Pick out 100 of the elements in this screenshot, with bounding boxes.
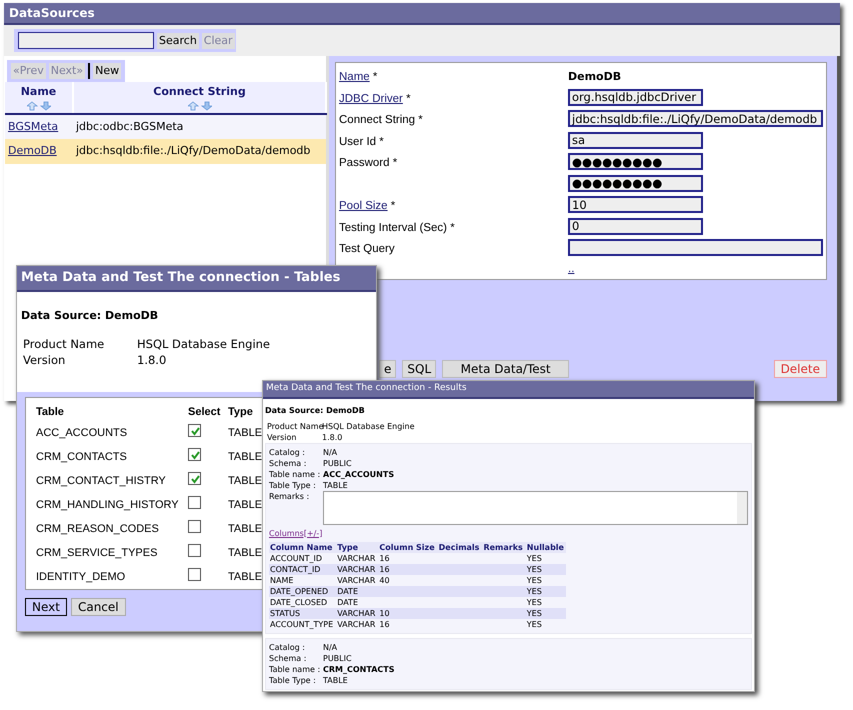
dialog-button[interactable]: Cancel: [70, 598, 126, 616]
window-title: Meta Data and Test The connection - Results: [263, 381, 754, 398]
table-cell: YES: [524, 596, 566, 608]
info-label: Product Name: [267, 420, 322, 432]
table-cell: jdbc:odbc:BGSMeta: [73, 114, 326, 139]
table-name: CRM_HANDLING_HISTORY: [36, 498, 180, 514]
input-field[interactable]: org.hsqldb.jdbcDriver: [568, 88, 703, 106]
table-cell: 10: [377, 608, 437, 618]
table-cell: DATE: [335, 586, 378, 596]
property-label: Table Type :: [269, 480, 317, 490]
action-button[interactable]: e: [379, 360, 396, 378]
remarks-field[interactable]: [322, 490, 748, 524]
window-title: Meta Data and Test The connection - Tables: [17, 266, 376, 292]
table-cell-text: ACCOUNT_TYPE: [269, 618, 334, 630]
link[interactable]: ..: [568, 260, 574, 278]
action-button[interactable]: Delete: [774, 360, 827, 378]
field-label: Test Query: [339, 243, 395, 255]
pager-button[interactable]: New: [93, 63, 122, 79]
checkbox[interactable]: [188, 568, 201, 582]
property-value: N/A: [323, 446, 338, 458]
table-type: TABLE: [228, 546, 262, 562]
checkbox[interactable]: [188, 448, 201, 462]
input-field[interactable]: sa: [568, 132, 703, 148]
checkbox[interactable]: [188, 496, 201, 510]
property-value: TABLE: [323, 480, 348, 490]
checkbox[interactable]: [188, 520, 201, 534]
input-field[interactable]: jdbc:hsqldb:file:./LiQfy/DemoData/demodb: [568, 110, 823, 127]
table-row[interactable]: DemoDB jdbc:hsqldb:file:./LiQfy/DemoData/demodb: [5, 139, 326, 164]
window-title: DataSources: [4, 3, 840, 25]
table-cell: DATE: [335, 596, 378, 608]
action-button[interactable]: Meta Data/Test: [442, 360, 570, 378]
input-field[interactable]: ●●●●●●●●●: [568, 174, 703, 192]
field-label-link[interactable]: Name: [339, 71, 370, 83]
action-button[interactable]: SQL: [402, 360, 436, 378]
input-field[interactable]: [568, 239, 823, 256]
info-value: 1.8.0: [322, 432, 342, 442]
table-name: CRM_CONTACTS: [36, 450, 128, 466]
table-name: IDENTITY_DEMO: [36, 570, 126, 586]
property-value: N/A: [323, 642, 338, 652]
table-name: CRM_REASON_CODES: [36, 522, 160, 538]
table-cell: ACCOUNT_ID: [269, 552, 336, 564]
input-field[interactable]: ●●●●●●●●●: [568, 153, 703, 170]
column-header: Decimals: [436, 542, 482, 552]
table-type: TABLE: [228, 474, 262, 490]
property-label: Catalog :: [269, 446, 306, 458]
field-label-link[interactable]: JDBC Driver: [339, 92, 403, 104]
checkbox[interactable]: [188, 472, 201, 486]
info-label: Product Name: [23, 336, 106, 352]
column-header: Table: [36, 405, 65, 420]
checkbox[interactable]: [188, 544, 201, 558]
table-cell: VARCHAR: [335, 552, 378, 564]
table-cell: 16: [377, 564, 437, 574]
search-button[interactable]: Search: [157, 32, 199, 48]
input-field[interactable]: 10: [568, 196, 703, 213]
data-source-heading: Data Source: DemoDB: [265, 404, 366, 416]
required-mark: *: [378, 136, 384, 148]
column-header: Select: [187, 405, 222, 420]
required-mark: *: [390, 200, 396, 212]
table-row[interactable]: BGSMeta jdbc:odbc:BGSMeta: [5, 114, 326, 139]
table-cell: DATE_OPENED: [269, 586, 336, 596]
info-label: Version: [267, 432, 298, 442]
property-label: Catalog :: [269, 642, 306, 652]
table-cell: YES: [524, 608, 566, 618]
table-cell: VARCHAR: [335, 618, 378, 630]
checkbox[interactable]: [188, 424, 201, 438]
info-value: HSQL Database Engine: [322, 420, 415, 432]
table-cell: 16: [377, 552, 437, 564]
table-name: CRM_CONTACT_HISTRY: [36, 474, 167, 490]
field-label-link[interactable]: Pool Size: [339, 200, 388, 212]
table-cell: DATE_CLOSED: [269, 596, 336, 608]
info-value: HSQL Database Engine: [137, 336, 270, 352]
table-cell: NAME: [269, 574, 336, 586]
table-type: TABLE: [228, 498, 262, 514]
info-label: Version: [23, 352, 66, 368]
table-cell: YES: [524, 586, 566, 596]
property-value: TABLE: [323, 674, 348, 686]
field-label: Connect String: [339, 114, 416, 126]
table-cell: CONTACT_ID: [269, 564, 336, 574]
table-cell: YES: [524, 574, 566, 586]
table-cell: jdbc:hsqldb:file:./LiQfy/DemoData/demodb: [73, 139, 326, 164]
required-mark: *: [449, 222, 455, 234]
table-cell: YES: [524, 618, 566, 630]
input-field[interactable]: 0: [568, 218, 703, 234]
table-cell: VARCHAR: [335, 574, 378, 586]
table-type: TABLE: [228, 570, 262, 586]
table-type: TABLE: [228, 522, 262, 538]
dialog-button[interactable]: Next: [25, 598, 67, 616]
info-value: 1.8.0: [137, 352, 166, 368]
columns-toggle-link[interactable]: Columns[+/-]: [269, 528, 322, 540]
field-label: Testing Interval (Sec): [339, 222, 448, 234]
search-field[interactable]: [18, 32, 154, 49]
property-value: PUBLIC: [323, 652, 352, 664]
required-mark: *: [417, 114, 423, 126]
required-mark: *: [392, 157, 398, 169]
property-label: Schema :: [269, 652, 308, 664]
table-cell: YES: [524, 564, 566, 574]
property-label: Table name :: [269, 664, 322, 674]
required-mark: *: [405, 92, 411, 104]
property-label: Remarks :: [269, 490, 310, 502]
table-type: TABLE: [228, 450, 262, 466]
